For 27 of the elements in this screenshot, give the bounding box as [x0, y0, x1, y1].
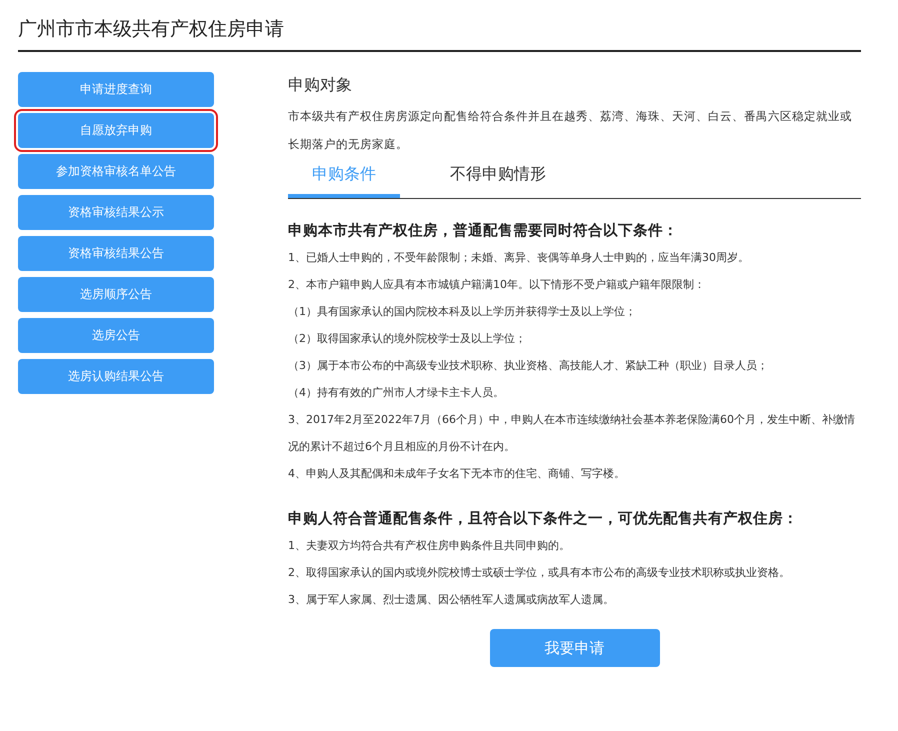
apply-button[interactable]: 我要申请: [490, 629, 660, 667]
sidebar-button[interactable]: 申请进度查询: [18, 72, 214, 107]
sidebar-button[interactable]: 资格审核结果公示: [18, 195, 214, 230]
sidebar-button[interactable]: 选房公告: [18, 318, 214, 353]
condition-text: （4）持有有效的广州市人才绿卡主卡人员。: [288, 385, 505, 401]
condition-heading: 申购人符合普通配售条件，且符合以下条件之一，可优先配售共有产权住房：: [288, 509, 799, 528]
condition-text: 2、取得国家承认的国内或境外院校博士或硕士学位，或具有本市公布的高级专业技术职称或执业资格。: [288, 565, 791, 581]
intro-text: 市本级共有产权住房房源定向配售给符合条件并且在越秀、荔湾、海珠、天河、白云、番禺六区稳定就业或长期落户的无房家庭。: [288, 108, 853, 153]
condition-text: 2、本市户籍申购人应具有本市城镇户籍满10年。以下情形不受户籍或户籍年限限制：: [288, 277, 706, 293]
condition-text: 1、夫妻双方均符合共有产权住房申购条件且共同申购的。: [288, 538, 571, 554]
condition-text: 3、2017年2月至2022年7月（66个月）中，申购人在本市连续缴纳社会基本养老保险满60个月，发生中断、补缴情况的累计不超过6个月且相应的月份不计在内。: [288, 412, 856, 455]
condition-text: 3、属于军人家属、烈士遗属、因公牺牲军人遗属或病故军人遗属。: [288, 592, 615, 608]
sidebar-button[interactable]: 选房顺序公告: [18, 277, 214, 312]
sidebar-button[interactable]: 选房认购结果公告: [18, 359, 214, 394]
condition-text: 1、已婚人士申购的，不受年龄限制；未婚、离异、丧偶等单身人士申购的，应当年满30周岁。: [288, 250, 750, 266]
condition-heading: 申购本市共有产权住房，普通配售需要同时符合以下条件：: [288, 221, 679, 240]
condition-text: 4、申购人及其配偶和未成年子女名下无本市的住宅、商铺、写字楼。: [288, 466, 626, 482]
tab[interactable]: 申购条件: [288, 164, 400, 198]
condition-text: （2）取得国家承认的境外院校学士及以上学位；: [288, 331, 527, 347]
tab[interactable]: 不得申购情形: [400, 164, 562, 198]
section-heading: 申购对象: [288, 75, 353, 96]
sidebar-button[interactable]: 自愿放弃申购: [18, 113, 214, 148]
page-title: 广州市市本级共有产权住房申请: [18, 17, 285, 42]
sidebar-button[interactable]: 资格审核结果公告: [18, 236, 214, 271]
condition-text: （3）属于本市公布的中高级专业技术职称、执业资格、高技能人才、紧缺工种（职业）目录人员；: [288, 358, 769, 374]
sidebar-button[interactable]: 参加资格审核名单公告: [18, 154, 214, 189]
condition-text: （1）具有国家承认的国内院校本科及以上学历并获得学士及以上学位；: [288, 304, 637, 320]
